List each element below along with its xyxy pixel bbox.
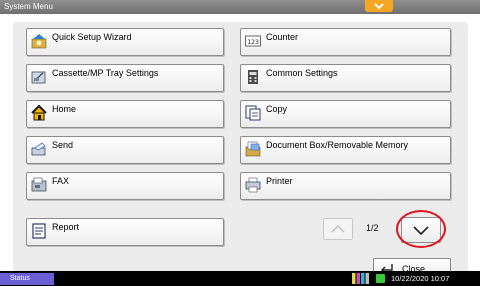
tray-icon xyxy=(31,71,46,84)
home-icon xyxy=(31,105,47,121)
chevron-down-icon xyxy=(374,2,384,9)
fax-button[interactable]: FAX xyxy=(26,172,224,200)
copy-icon xyxy=(245,105,261,121)
svg-text:123: 123 xyxy=(247,38,259,46)
menu-label: Report xyxy=(52,222,80,232)
report-icon xyxy=(32,223,46,239)
status-button[interactable]: Status xyxy=(0,273,54,285)
home-button[interactable]: Home xyxy=(26,100,224,128)
report-button[interactable]: Report xyxy=(26,218,224,246)
menu-label: Home xyxy=(52,104,77,114)
fax-icon xyxy=(31,177,47,192)
chevron-down-icon xyxy=(413,225,429,235)
menu-label: FAX xyxy=(52,176,70,186)
copy-button[interactable]: Copy xyxy=(240,100,451,128)
title-bar: System Menu xyxy=(0,0,480,14)
counter-button[interactable]: 123 Counter xyxy=(240,28,451,56)
counter-icon: 123 xyxy=(245,35,261,47)
menu-label: Copy xyxy=(266,104,288,114)
cassette-mp-tray-settings-button[interactable]: Cassette/MP Tray Settings xyxy=(26,64,224,92)
date-time: 10/22/2020 10:07 xyxy=(391,274,450,283)
send-icon xyxy=(31,142,46,156)
menu-label: Common Settings xyxy=(266,68,338,78)
window-title: System Menu xyxy=(4,2,53,11)
wizard-icon xyxy=(31,34,47,49)
menu-label: Counter xyxy=(266,32,299,42)
menu-label: Cassette/MP Tray Settings xyxy=(52,68,159,78)
printer-button[interactable]: Printer xyxy=(240,172,451,200)
chevron-up-icon xyxy=(331,225,345,233)
quick-setup-wizard-button[interactable]: Quick Setup Wizard xyxy=(26,28,224,56)
menu-label: Printer xyxy=(266,176,293,186)
main-area: Quick Setup Wizard Cassette/MP Tray Sett… xyxy=(0,14,480,279)
menu-label: Send xyxy=(52,140,74,150)
page-down-button[interactable] xyxy=(401,217,441,243)
document-box-icon xyxy=(245,141,261,157)
common-settings-icon xyxy=(248,70,258,84)
page-indicator: 1/2 xyxy=(366,223,379,233)
common-settings-button[interactable]: Common Settings xyxy=(240,64,451,92)
menu-label: Quick Setup Wizard xyxy=(52,32,132,42)
status-bar: Status 10/22/2020 10:07 xyxy=(0,271,480,286)
network-status-icon xyxy=(376,274,385,283)
menu-label: Document Box/Removable Memory xyxy=(266,140,409,150)
document-box-removable-memory-button[interactable]: Document Box/Removable Memory xyxy=(240,136,451,164)
printer-icon xyxy=(245,177,261,193)
send-button[interactable]: Send xyxy=(26,136,224,164)
page-up-button[interactable] xyxy=(323,218,353,240)
collapse-tab[interactable] xyxy=(365,0,393,12)
toner-status-icon xyxy=(352,273,369,284)
